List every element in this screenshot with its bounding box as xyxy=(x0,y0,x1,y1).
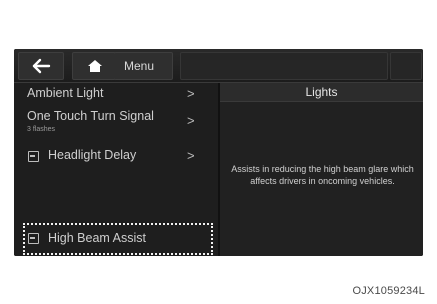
checkbox-icon xyxy=(28,151,39,162)
detail-panel: Lights Assists in reducing the high beam… xyxy=(220,83,423,256)
chevron-right-icon: > xyxy=(187,113,195,128)
detail-header: Lights xyxy=(220,83,423,102)
home-icon xyxy=(88,60,102,72)
image-code-caption: OJX1059234L xyxy=(352,285,425,297)
menu-button[interactable]: Menu xyxy=(114,52,173,80)
chevron-right-icon: > xyxy=(187,148,195,163)
list-item-ambient-light[interactable]: Ambient Light > xyxy=(14,83,218,105)
back-arrow-icon xyxy=(32,58,51,74)
item-label: Ambient Light xyxy=(27,86,104,100)
back-button[interactable] xyxy=(18,52,64,80)
menu-label: Menu xyxy=(124,59,155,73)
item-label: Headlight Delay xyxy=(48,148,137,162)
list-item-one-touch-turn-signal[interactable]: One Touch Turn Signal 3 flashes > xyxy=(14,109,218,141)
focus-highlight xyxy=(23,223,213,255)
home-button[interactable] xyxy=(72,52,116,80)
topbar-blank-area xyxy=(180,52,388,80)
topbar-blank-area-right xyxy=(390,52,422,80)
item-sublabel: 3 flashes xyxy=(27,126,56,133)
page-title: Lights xyxy=(305,85,338,99)
chevron-right-icon: > xyxy=(187,86,195,101)
top-bar: Menu xyxy=(14,49,423,83)
list-item-headlight-delay[interactable]: Headlight Delay > xyxy=(14,141,218,169)
feature-description: Assists in reducing the high beam glare … xyxy=(231,164,414,186)
infotainment-screen: Menu Ambient Light > One Touch Turn Sign… xyxy=(14,49,423,256)
item-label: One Touch Turn Signal xyxy=(27,109,154,123)
